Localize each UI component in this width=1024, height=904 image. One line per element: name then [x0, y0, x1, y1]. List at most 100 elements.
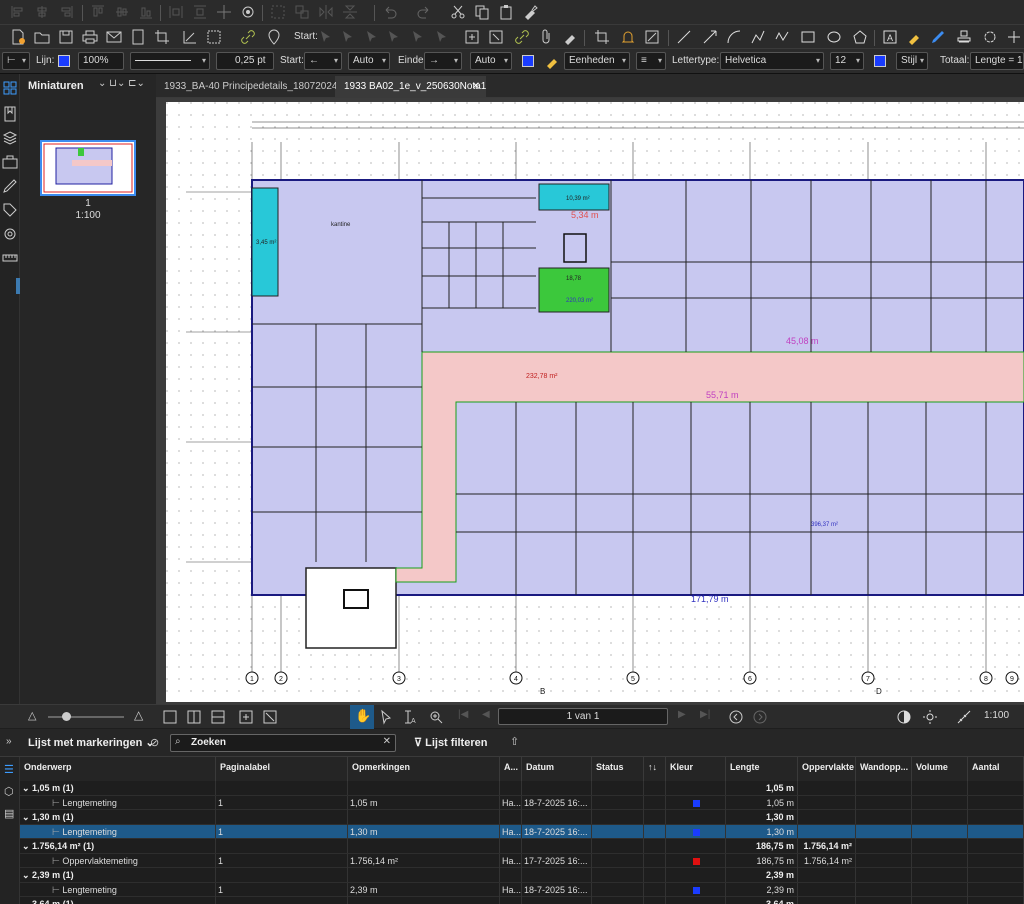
- bell-icon[interactable]: [620, 29, 636, 45]
- select-arrow-icon[interactable]: [386, 29, 402, 45]
- text-align-dropdown[interactable]: ≡ ▾: [636, 52, 666, 70]
- settings-icon[interactable]: [982, 29, 998, 45]
- arrow-tool-icon[interactable]: [702, 29, 718, 45]
- chevron-down-icon[interactable]: ⌄: [22, 812, 32, 822]
- select-arrow-icon[interactable]: [364, 29, 380, 45]
- flip-icon[interactable]: [318, 4, 334, 20]
- style-dropdown[interactable]: Stijl ▾: [896, 52, 928, 70]
- select-arrow-icon[interactable]: [340, 29, 356, 45]
- print-icon[interactable]: [82, 29, 98, 45]
- markup-list-title[interactable]: Lijst met markeringen ⌄: [28, 736, 155, 749]
- line-tool-icon[interactable]: [676, 29, 692, 45]
- group-row[interactable]: ⌄ 3,64 m (1) 3,64 m: [20, 897, 1024, 904]
- group-icon[interactable]: [270, 4, 286, 20]
- link-icon[interactable]: [240, 29, 256, 45]
- align-left-icon[interactable]: [10, 4, 26, 20]
- align-bottom-icon[interactable]: [138, 4, 154, 20]
- line-color-swatch[interactable]: [58, 55, 70, 67]
- clear-search-icon[interactable]: ✕: [383, 736, 391, 747]
- distribute-vertical-icon[interactable]: [192, 4, 208, 20]
- snapshot-icon[interactable]: [206, 29, 222, 45]
- column-header[interactable]: Aantal: [968, 757, 1024, 781]
- save-icon[interactable]: [58, 29, 74, 45]
- arc-tool-icon[interactable]: [726, 29, 742, 45]
- end-size-dropdown[interactable]: Auto ▾: [470, 52, 512, 70]
- opacity-stepper[interactable]: 100%: [78, 52, 124, 70]
- target-icon[interactable]: [240, 4, 256, 20]
- stamp-icon[interactable]: [488, 29, 504, 45]
- brightness-icon[interactable]: [922, 709, 938, 725]
- page-icon[interactable]: [130, 29, 146, 45]
- single-page-icon[interactable]: [162, 709, 178, 725]
- sketch-tool-icon[interactable]: [1006, 29, 1022, 45]
- tag-icon[interactable]: [2, 202, 18, 218]
- paste-icon[interactable]: [498, 4, 514, 20]
- column-header[interactable]: Datum: [522, 757, 592, 781]
- drawing-canvas[interactable]: 5,34 m 10,39 m² 18,78 220,03 m² 232,78 m…: [156, 98, 1024, 704]
- chevron-down-icon[interactable]: ⌄: [22, 870, 32, 880]
- open-icon[interactable]: [34, 29, 50, 45]
- calibrate-scale-icon[interactable]: [956, 709, 972, 725]
- forward-icon[interactable]: [752, 709, 768, 725]
- redo-icon[interactable]: [416, 4, 432, 20]
- group-row[interactable]: ⌄ 1,05 m (1) 1,05 m: [20, 781, 1024, 796]
- zoom-slider-handle[interactable]: [62, 712, 71, 721]
- select-arrow-icon[interactable]: [434, 29, 450, 45]
- export-icon[interactable]: ⇧: [510, 735, 519, 748]
- zoom-in-icon[interactable]: △: [134, 708, 143, 722]
- line-style-dropdown[interactable]: ▾: [130, 52, 210, 70]
- ellipse-tool-icon[interactable]: [826, 29, 842, 45]
- extract-icon[interactable]: [464, 29, 480, 45]
- column-header[interactable]: Onderwerp: [20, 757, 216, 781]
- format-painter-icon[interactable]: [522, 4, 538, 20]
- chevron-down-icon[interactable]: ⌄: [22, 841, 32, 851]
- text-box-icon[interactable]: A: [882, 29, 898, 45]
- bookmarks-icon[interactable]: [2, 106, 18, 122]
- tab-ba02-nota[interactable]: 1933 BA02_1e_v_250630Nota1 ✕: [336, 76, 486, 98]
- 3d-view-icon[interactable]: ⬡: [4, 785, 14, 798]
- contrast-icon[interactable]: [896, 709, 912, 725]
- align-top-icon[interactable]: [90, 4, 106, 20]
- zoom-slider[interactable]: [48, 716, 124, 718]
- start-size-dropdown[interactable]: Auto ▾: [348, 52, 390, 70]
- location-icon[interactable]: [266, 29, 282, 45]
- column-header[interactable]: Oppervlakte: [798, 757, 856, 781]
- column-header[interactable]: Kleur: [666, 757, 726, 781]
- properties-icon[interactable]: [2, 226, 18, 242]
- column-header[interactable]: Opmerkingen: [348, 757, 500, 781]
- pen-tool-icon[interactable]: [906, 29, 922, 45]
- polygon-tool-icon[interactable]: [852, 29, 868, 45]
- split-vertical-icon[interactable]: [186, 709, 202, 725]
- font-color-swatch[interactable]: [874, 55, 886, 67]
- move-icon[interactable]: [216, 4, 232, 20]
- rectangle-tool-icon[interactable]: [800, 29, 816, 45]
- highlighter-icon[interactable]: [562, 29, 578, 45]
- align-middle-icon[interactable]: [114, 4, 130, 20]
- thumbnails-options-icon[interactable]: ⌄ ⊔⌄ ⊏⌄: [98, 78, 145, 89]
- filter-list-button[interactable]: ⊽ Lijst filteren: [414, 736, 487, 749]
- sync-icon[interactable]: [238, 709, 254, 725]
- prev-page-icon[interactable]: ◀: [482, 709, 490, 720]
- collapse-panel-icon[interactable]: »: [6, 736, 12, 747]
- crop-icon[interactable]: [154, 29, 170, 45]
- column-header[interactable]: Lengte: [726, 757, 798, 781]
- end-arrow-dropdown[interactable]: → ▾: [424, 52, 462, 70]
- group-row[interactable]: ⌄ 1.756,14 m² (1) 186,75 m 1.756,14 m²: [20, 839, 1024, 854]
- tab-principedetails[interactable]: 1933_BA-40 Principedetails_18072024: [156, 76, 337, 98]
- chevron-down-icon[interactable]: ⌄: [22, 899, 32, 904]
- table-row[interactable]: ⊢ Lengtemeting 1 1,05 m Ha... 18-7-2025 16:.…: [20, 795, 1024, 810]
- align-center-icon[interactable]: [34, 4, 50, 20]
- flip-vertical-icon[interactable]: [342, 4, 358, 20]
- column-header[interactable]: Volume: [912, 757, 968, 781]
- hide-icon[interactable]: ⊘: [150, 736, 159, 749]
- crop-tool-icon[interactable]: [594, 29, 610, 45]
- thumbnails-icon[interactable]: [2, 80, 18, 96]
- table-row[interactable]: ⊢ Oppervlaktemeting 1 1.756,14 m² Ha... 17-7…: [20, 853, 1024, 868]
- summary-icon[interactable]: ▤: [4, 807, 14, 820]
- select-tool-icon[interactable]: [378, 709, 394, 725]
- align-right-icon[interactable]: [58, 4, 74, 20]
- group-row[interactable]: ⌄ 2,39 m (1) 2,39 m: [20, 868, 1024, 883]
- markup-icon[interactable]: [2, 178, 18, 194]
- polyline-tool-icon[interactable]: [750, 29, 766, 45]
- font-size-dropdown[interactable]: 12 ▾: [830, 52, 864, 70]
